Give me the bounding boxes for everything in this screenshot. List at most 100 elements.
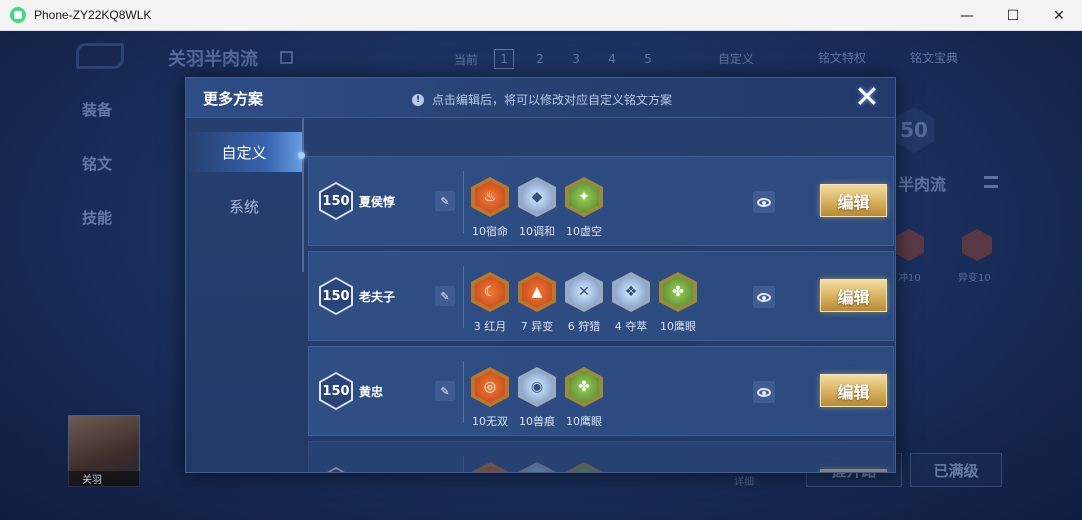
menu-icon[interactable]: [984, 176, 998, 188]
rune-slot: ✕ 6 狩猎: [563, 272, 605, 334]
tab-4[interactable]: 4: [602, 52, 622, 66]
rune-slot: ✤ 10鹰眼: [657, 272, 699, 334]
rune-icon: ♨: [471, 177, 509, 217]
dialog-title: 更多方案: [203, 90, 264, 108]
side-item-runes[interactable]: 铭文: [82, 153, 112, 174]
plan-name: 老夫子: [359, 290, 396, 304]
rune-icon: ◉: [518, 367, 556, 407]
rune-icon: ✦: [565, 462, 603, 472]
hint-text: 点击编辑后，将可以修改对应自定义铭文方案: [432, 93, 673, 107]
max-level-button[interactable]: 已满级: [910, 453, 1002, 487]
level-badge: 150: [319, 277, 353, 315]
game-screen: 关羽半肉流 装备 铭文 技能 当前 1 2 3 4 5 自定义 铭文特权 铭文宝…: [0, 31, 1082, 520]
rune-icon: [962, 229, 992, 261]
divider: [463, 456, 464, 472]
rune-slot: ✦ 10虚空: [563, 177, 605, 239]
rune-icon: ◎: [471, 367, 509, 407]
rune-label: 10调和: [519, 225, 555, 238]
rune-icon: ❖: [612, 272, 650, 312]
rune-icon: ☾: [471, 272, 509, 312]
rune-icon: ✦: [565, 177, 603, 217]
plan-row: 150 黄忠 ✎ ◎ 10无双 ◉ 10兽痕 ✤ 10鹰眼 编辑: [308, 346, 894, 436]
dialog-header: 更多方案 ! 点击编辑后，将可以修改对应自定义铭文方案 ✕: [186, 78, 895, 118]
edit-button[interactable]: 编辑: [820, 279, 887, 312]
hint: ! 点击编辑后，将可以修改对应自定义铭文方案: [412, 91, 672, 108]
eye-icon: [757, 387, 771, 397]
rune-privilege-button[interactable]: 铭文特权: [818, 49, 866, 66]
rune-list: ◎ ◉ ✦: [469, 462, 605, 472]
window-titlebar: Phone-ZY22KQ8WLK — ☐ ✕: [0, 0, 1082, 31]
rename-icon[interactable]: ✎: [435, 286, 455, 306]
dialog-sidebar: 自定义 系统: [186, 118, 306, 472]
edit-button[interactable]: 编辑: [820, 184, 887, 217]
rune-icon: ◎: [471, 462, 509, 472]
back-icon[interactable]: [76, 43, 124, 69]
rune-slot: ☾ 3 红月: [469, 272, 511, 334]
divider: [463, 266, 464, 328]
close-window-button[interactable]: ✕: [1036, 0, 1082, 31]
edit-button[interactable]: 编辑: [820, 374, 887, 407]
rune-label: 10宿命: [472, 225, 508, 238]
level-badge: 150: [319, 467, 353, 472]
divider: [463, 171, 464, 233]
rune-icon: ◉: [518, 462, 556, 472]
rune-icon: ◆: [518, 177, 556, 217]
plan-name: 夏侯惇: [359, 195, 396, 209]
tabs-label: 当前: [454, 52, 479, 67]
info-icon: !: [412, 93, 424, 106]
maximize-button[interactable]: ☐: [990, 0, 1036, 31]
hero-name: 关羽: [68, 471, 140, 487]
rune-slot: ♨ 10宿命: [469, 177, 511, 239]
divider: [463, 361, 464, 423]
tab-2[interactable]: 2: [530, 52, 550, 66]
rename-icon[interactable]: ✎: [435, 381, 455, 401]
rune-list: ♨ 10宿命 ◆ 10调和 ✦ 10虚空: [469, 177, 605, 239]
tab-1[interactable]: 1: [494, 49, 515, 69]
minimize-button[interactable]: —: [944, 0, 990, 31]
preview-button[interactable]: [753, 381, 775, 403]
rename-icon[interactable]: ✎: [435, 191, 455, 211]
plan-tabs: 当前 1 2 3 4 5: [454, 49, 658, 69]
side-item-skills[interactable]: 技能: [82, 207, 112, 228]
rune-slot: ✦: [563, 462, 605, 472]
rune-list: ☾ 3 红月 ▲ 7 异变 ✕ 6 狩猎 ❖ 4 夺萃 ✤ 10鹰眼: [469, 272, 699, 334]
edit-button[interactable]: 编辑: [820, 469, 887, 472]
rune-icon: ✤: [565, 367, 603, 407]
rune-slot: ◆ 10调和: [516, 177, 558, 239]
level-badge: 150: [319, 182, 353, 220]
rune-slot: ◎: [469, 462, 511, 472]
rune-slot: ❖ 4 夺萃: [610, 272, 652, 334]
rune-label: 6 狩猎: [567, 320, 601, 333]
tab-system[interactable]: 系统: [186, 186, 302, 226]
tab-custom[interactable]: 自定义: [186, 132, 302, 172]
plan-name: 半肉流: [898, 175, 947, 194]
side-item-equipment[interactable]: 装备: [82, 99, 112, 120]
plan-name: 黄忠: [359, 385, 384, 399]
eye-icon: [757, 292, 771, 302]
window-title: Phone-ZY22KQ8WLK: [34, 8, 152, 22]
rune-label: 异变10: [958, 273, 991, 284]
page-title: 关羽半肉流: [168, 49, 258, 70]
tab-3[interactable]: 3: [566, 52, 586, 66]
rune-label: 10鹰眼: [566, 415, 602, 428]
plan-row: 150 扁鹊 ✎ ◎ ◉ ✦ 编辑: [308, 441, 894, 472]
rune-label: 10鹰眼: [660, 320, 696, 333]
plan-row: 150 夏侯惇 ✎ ♨ 10宿命 ◆ 10调和 ✦ 10虚空 编辑: [308, 156, 894, 246]
scrollbar[interactable]: [302, 118, 304, 272]
close-icon[interactable]: ✕: [852, 83, 882, 113]
rune-slot: ◎ 10无双: [469, 367, 511, 429]
rune-label: 3 红月: [473, 320, 507, 333]
rune-list: ◎ 10无双 ◉ 10兽痕 ✤ 10鹰眼: [469, 367, 605, 429]
grid-icon[interactable]: [280, 51, 293, 64]
rune-label: 4 夺萃: [614, 320, 648, 333]
rune-icon: [894, 229, 924, 261]
plan-row: 150 老夫子 ✎ ☾ 3 红月 ▲ 7 异变 ✕ 6 狩猎 ❖ 4 夺萃 ✤: [308, 251, 894, 341]
preview-button[interactable]: [753, 191, 775, 213]
preview-button[interactable]: [753, 286, 775, 308]
plan-list: 150 夏侯惇 ✎ ♨ 10宿命 ◆ 10调和 ✦ 10虚空 编辑 150 老夫…: [308, 156, 894, 472]
tab-5[interactable]: 5: [638, 52, 658, 66]
rune-icon: ✤: [659, 272, 697, 312]
custom-tab[interactable]: 自定义: [718, 50, 754, 67]
rune-treasure-button[interactable]: 铭文宝典: [910, 49, 958, 66]
level-badge: 150: [319, 372, 353, 410]
